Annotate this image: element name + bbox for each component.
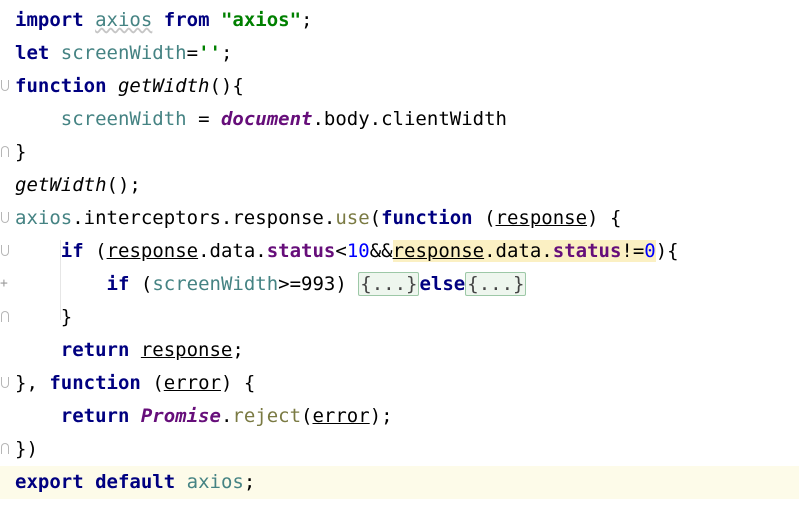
code-line-3[interactable]: function getWidth(){ [0,70,799,103]
fold-close-icon[interactable] [1,441,9,457]
punctuation: ) [220,372,233,394]
identifier: screenWidth [152,273,279,295]
keyword: return [60,339,130,361]
keyword: function [381,207,473,229]
identifier: screenWidth [60,108,187,130]
fold-expand-icon[interactable] [0,267,9,300]
folded-block[interactable]: {...} [465,272,527,296]
punctuation: ; [301,9,313,31]
keyword: function [15,75,107,97]
operator: = [198,108,210,130]
punctuation: (){ [209,75,244,97]
code-line-12[interactable]: }, function (error) { [0,367,799,400]
identifier: axios [186,471,244,493]
punctuation: ) [587,207,599,229]
number-literal: 993 [301,273,336,295]
punctuation: ( [140,273,153,295]
fold-open-icon[interactable] [1,375,9,391]
member-access: .interceptors.response. [72,207,336,229]
keyword: let [15,42,50,64]
punctuation: ; [220,42,233,64]
punctuation: ); [369,405,393,427]
keyword: default [95,471,176,493]
keyword: import [15,9,84,31]
operator: && [369,240,393,262]
function-call: getWidth [15,174,107,196]
punctuation: ( [484,207,496,229]
parameter: response [106,240,199,262]
code-line-13[interactable]: return Promise.reject(error); [0,400,799,433]
code-line-2[interactable]: let screenWidth=''; [0,37,799,70]
operator: >= [278,273,302,295]
parameter: response [392,240,485,262]
global-object: document [220,108,313,130]
punctuation: }) [15,438,38,460]
punctuation: ; [232,339,244,361]
identifier: screenWidth [60,42,187,64]
operator: = [186,42,199,64]
code-line-8[interactable]: if (response.data.status<10&&response.da… [0,235,799,268]
code-line-10[interactable]: } [0,301,799,334]
member-access: .data. [484,240,553,262]
punctuation: ( [301,405,313,427]
property: status [552,240,622,262]
punctuation: { [609,207,622,229]
keyword: return [60,405,130,427]
code-line-7[interactable]: axios.interceptors.response.use(function… [0,202,799,235]
punctuation: } [15,141,27,163]
fold-open-icon[interactable] [1,210,9,226]
punctuation: { [243,372,256,394]
method-name: reject [232,405,302,427]
keyword: function [49,372,141,394]
operator: < [335,240,347,262]
global-object: Promise [140,405,221,427]
parameter: error [163,372,221,394]
function-name: getWidth [117,75,210,97]
operator: != [621,240,645,262]
keyword: export [15,471,84,493]
code-line-14[interactable]: }) [0,433,799,466]
code-line-5[interactable]: } [0,136,799,169]
code-line-1[interactable]: import axios from "axios"; [0,4,799,37]
identifier: axios [15,207,73,229]
member-access: .data. [198,240,267,262]
method-name: use [335,207,370,229]
member-access: .body.clientWidth [312,108,507,130]
fold-open-icon[interactable] [1,78,9,94]
punctuation: ( [369,207,382,229]
folded-block[interactable]: {...} [358,272,420,296]
punctuation: ( [152,372,164,394]
keyword: else [419,273,466,295]
fold-close-icon[interactable] [1,144,9,160]
punctuation: ) [335,273,347,295]
code-line-6[interactable]: getWidth(); [0,169,799,202]
parameter: response [140,339,233,361]
number-literal: 10 [346,240,370,262]
fold-close-icon[interactable] [1,309,9,325]
code-line-11[interactable]: return response; [0,334,799,367]
string-literal: "axios" [220,9,302,31]
punctuation: ){ [655,240,679,262]
keyword: from [163,9,210,31]
parameter: error [312,405,370,427]
code-editor[interactable]: import axios from "axios"; let screenWid… [0,0,799,512]
punctuation: ; [243,471,256,493]
property: status [266,240,336,262]
punctuation: } [60,306,73,328]
number-literal: 0 [644,240,656,262]
punctuation: (); [106,174,141,196]
punctuation: }, [15,372,38,394]
string-literal: '' [198,42,221,64]
code-line-4[interactable]: screenWidth = document.body.clientWidth [0,103,799,136]
fold-open-icon[interactable] [1,243,9,259]
identifier: axios [95,9,153,31]
parameter: response [495,207,588,229]
keyword: if [60,240,84,262]
code-line-9[interactable]: if (screenWidth>=993) {...}else{...} [0,267,799,301]
code-line-15-current[interactable]: export default axios; [0,466,799,499]
punctuation: . [220,405,233,427]
punctuation: ( [95,240,107,262]
keyword: if [106,273,130,295]
